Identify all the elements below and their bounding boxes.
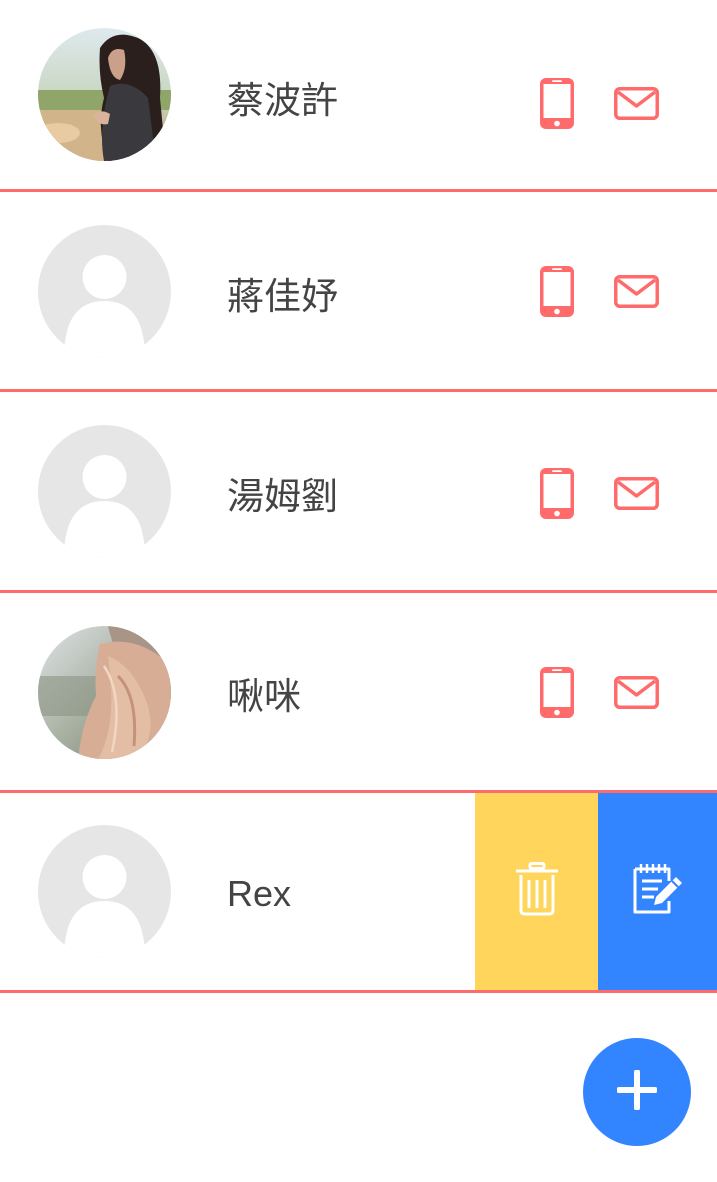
add-contact-button[interactable] (583, 1038, 691, 1146)
delete-button[interactable] (475, 793, 598, 990)
contact-row[interactable]: 蔡波許 (0, 0, 717, 200)
contact-name: 蔣佳妤 (227, 275, 338, 318)
contact-avatar-photo (38, 28, 171, 161)
row-divider (0, 990, 717, 993)
default-avatar-icon (38, 825, 171, 958)
contact-row[interactable]: 啾咪 (0, 593, 717, 793)
edit-note-icon (632, 863, 684, 920)
mail-icon[interactable] (614, 477, 659, 515)
mail-icon[interactable] (614, 275, 659, 313)
contact-name: Rex (227, 873, 292, 914)
contact-row[interactable]: 湯姆劉 (0, 392, 717, 592)
contact-row[interactable]: 蔣佳妤 (0, 192, 717, 392)
mail-icon[interactable] (614, 87, 659, 125)
contact-name: 湯姆劉 (227, 475, 338, 518)
contact-name: 啾咪 (227, 675, 301, 718)
phone-icon[interactable] (540, 468, 574, 524)
phone-icon[interactable] (540, 667, 574, 723)
edit-button[interactable] (598, 793, 717, 990)
mail-icon[interactable] (614, 676, 659, 714)
contact-row-swiped[interactable]: Rex (0, 793, 717, 990)
default-avatar-icon (38, 425, 171, 558)
contact-avatar-photo (38, 626, 171, 759)
phone-icon[interactable] (540, 266, 574, 322)
plus-icon (616, 1068, 658, 1115)
contact-name: 蔡波許 (227, 79, 338, 122)
default-avatar-icon (38, 225, 171, 358)
phone-icon[interactable] (540, 78, 574, 134)
trash-icon (515, 862, 558, 921)
